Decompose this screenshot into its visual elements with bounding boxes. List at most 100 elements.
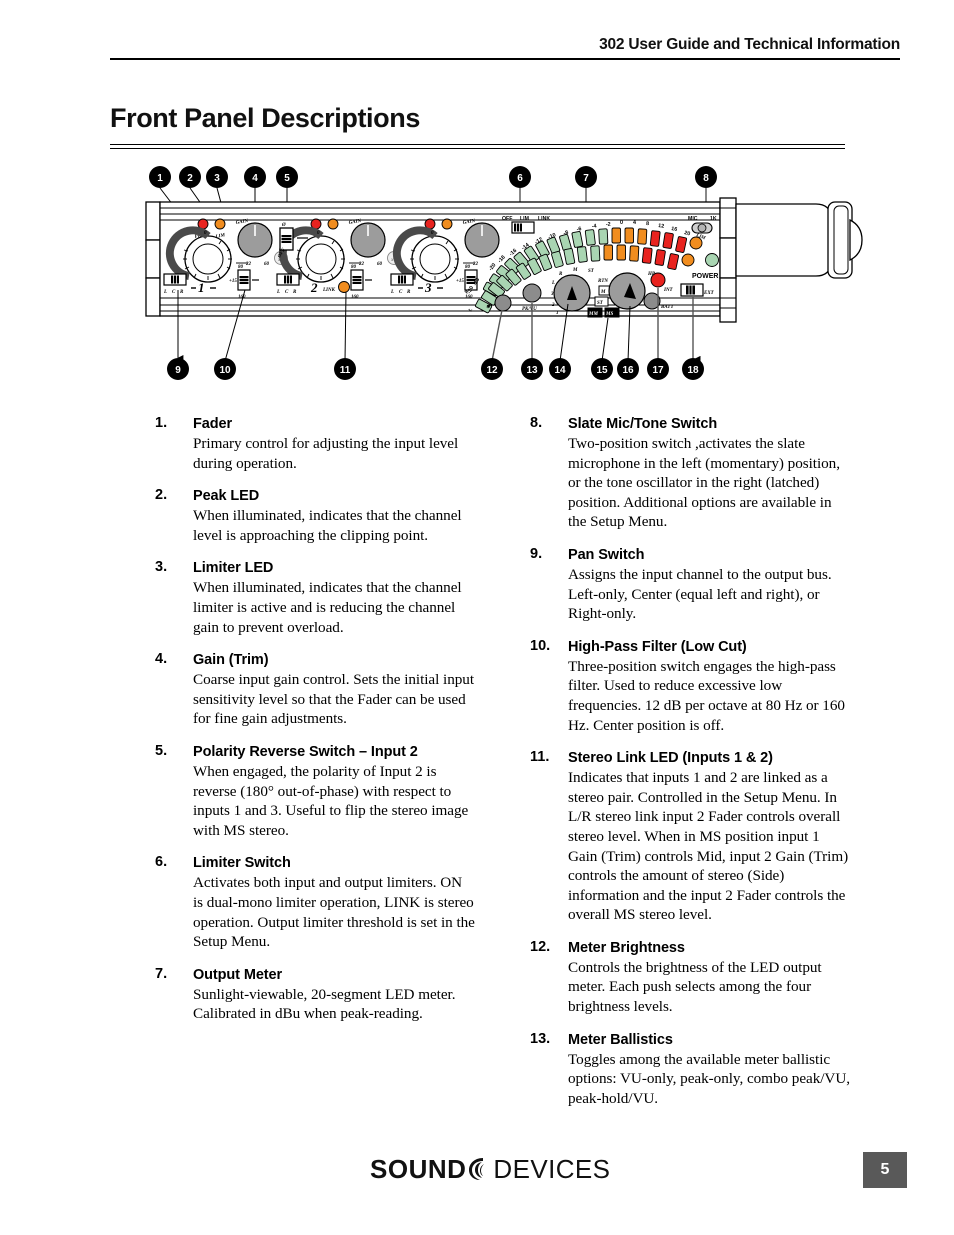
item-title: Meter Ballistics — [568, 1031, 673, 1048]
callout-13: 13 — [521, 358, 543, 380]
callout-badges-top: 1 2 3 4 5 6 7 8 — [149, 166, 717, 188]
description-item: 4. Gain (Trim) Coarse input gain control… — [155, 651, 475, 729]
svg-text:M: M — [600, 290, 606, 295]
pan-l-label-1: L — [163, 290, 167, 295]
descriptions-column-left: 1. Fader Primary control for adjusting t… — [155, 415, 475, 1038]
item-title: Output Meter — [193, 966, 283, 983]
item-title: Peak LED — [193, 488, 260, 505]
item-number: 10. — [530, 637, 551, 654]
svg-text:15: 15 — [596, 365, 608, 376]
callout-18: 18 — [682, 358, 704, 380]
item-body: Indicates that inputs 1 and 2 are linked… — [568, 769, 849, 924]
stereo-link-text: LINK — [322, 288, 336, 293]
item-number: 9. — [530, 545, 543, 562]
callout-4: 4 — [244, 166, 266, 188]
svg-text:-4: -4 — [591, 223, 597, 230]
logo-devices-text: DEVICES — [493, 1153, 611, 1184]
svg-text:2: 2 — [187, 173, 193, 184]
description-item: 7. Output Meter Sunlight-viewable, 20-se… — [155, 966, 475, 1024]
description-item: 13. Meter Ballistics Toggles among the a… — [530, 1031, 850, 1109]
descriptions-column-right: 8. Slate Mic/Tone Switch Two-position sw… — [530, 415, 850, 1122]
svg-text:12: 12 — [486, 365, 498, 376]
power-int-label: INT — [663, 288, 674, 293]
monitor-2-label: 2 — [551, 303, 555, 308]
brand-logo: SOUND DEVICES — [370, 1152, 610, 1186]
item-body: Coarse input gain control. Sets the init… — [193, 671, 475, 728]
svg-text:14: 14 — [554, 365, 566, 376]
callout-badges-bottom: 9 10 11 12 13 14 15 16 17 18 — [167, 358, 704, 380]
item-body: Assigns the input channel to the output … — [568, 565, 832, 623]
power-ext-label: EXT — [703, 291, 715, 296]
monitor-1-label: 1 — [556, 311, 559, 316]
front-panel-figure: .lbl { font-family:"Liberation Sans", sa… — [140, 158, 880, 388]
monitor-st-label: ST — [588, 269, 595, 274]
item-number: 7. — [155, 965, 168, 982]
pan-l-label-2: L — [276, 290, 280, 295]
svg-text:16: 16 — [622, 365, 634, 376]
limiter-led-3 — [441, 218, 453, 230]
callout-7: 7 — [575, 166, 597, 188]
monitor-l-label: L — [551, 281, 555, 286]
item-number: 13. — [530, 1030, 551, 1047]
svg-text:4: 4 — [252, 173, 258, 184]
item-number: 2. — [155, 487, 168, 504]
monitor-3-label: 3 — [550, 292, 554, 297]
title-rule-lower — [110, 148, 845, 149]
item-body: When illuminated, indicates that the cha… — [193, 579, 462, 636]
channel-number-3: 3 — [424, 280, 432, 295]
svg-text:8: 8 — [646, 221, 649, 227]
item-title: Stereo Link LED (Inputs 1 & 2) — [568, 750, 773, 767]
item-title: Polarity Reverse Switch – Input 2 — [193, 743, 418, 760]
svg-text:ST: ST — [597, 301, 604, 306]
svg-text:11: 11 — [340, 365, 351, 376]
tone-1k-label: 1K — [710, 216, 717, 222]
monitor-m-label: M — [572, 268, 578, 273]
item-number: 8. — [530, 415, 543, 431]
limiter-link-label: LINK — [538, 216, 550, 222]
callout-14: 14 — [549, 358, 571, 380]
hpf-160-label-2: 160 — [351, 295, 359, 300]
item-number: 3. — [155, 559, 168, 576]
page-header: 302 User Guide and Technical Information — [110, 36, 900, 60]
pan-l-label-3: L — [390, 290, 394, 295]
description-item: 8. Slate Mic/Tone Switch Two-position sw… — [530, 415, 850, 532]
callout-1: 1 — [149, 166, 171, 188]
item-number: 12. — [530, 938, 551, 955]
fader-plus15-label-1: +15 — [229, 279, 237, 284]
item-title: Fader — [193, 416, 232, 432]
item-number: 4. — [155, 651, 168, 668]
item-body: Primary control for adjusting the input … — [193, 435, 459, 472]
pk-vu-label: PK/VU — [522, 307, 537, 312]
svg-text:8: 8 — [703, 173, 709, 184]
item-number: 1. — [155, 415, 168, 431]
item-body: Three-position switch engages the high-p… — [568, 657, 845, 734]
callout-16: 16 — [617, 358, 639, 380]
batt-label: BATT — [660, 305, 674, 310]
item-body: When illuminated, indicates that the cha… — [193, 507, 462, 544]
item-title: High-Pass Filter (Low Cut) — [568, 638, 747, 655]
callout-12: 12 — [481, 358, 503, 380]
svg-text:5: 5 — [284, 173, 290, 184]
svg-text:MS: MS — [605, 312, 613, 317]
limiter-off-label: OFF — [502, 216, 512, 222]
hpf-80-label-3: 80 — [465, 265, 471, 270]
svg-text:7: 7 — [583, 173, 589, 184]
fader-plus15-label-3: +15 — [456, 279, 464, 284]
page-title: Front Panel Descriptions — [110, 103, 420, 133]
meter-ballistics-button[interactable] — [522, 283, 542, 303]
stereo-link-led — [338, 281, 350, 293]
svg-text:18: 18 — [687, 365, 699, 376]
item-number: 5. — [155, 742, 168, 759]
svg-text:16: 16 — [671, 226, 678, 233]
gain-60-label-2: 60 — [377, 262, 383, 267]
meter-brightness-button[interactable] — [494, 294, 512, 312]
channel-number-2: 2 — [310, 280, 318, 295]
item-title: Slate Mic/Tone Switch — [568, 416, 718, 432]
item-body: Sunlight-viewable, 20-segment LED meter.… — [193, 985, 456, 1023]
polarity-symbol: Ø — [281, 223, 286, 228]
svg-text:6: 6 — [517, 173, 523, 184]
hpf-80-label-2: 80 — [351, 265, 357, 270]
mic-label: MIC — [688, 216, 698, 222]
description-item: 10. High-Pass Filter (Low Cut) Three-pos… — [530, 638, 850, 735]
swirl-logo-icon — [466, 1155, 492, 1183]
